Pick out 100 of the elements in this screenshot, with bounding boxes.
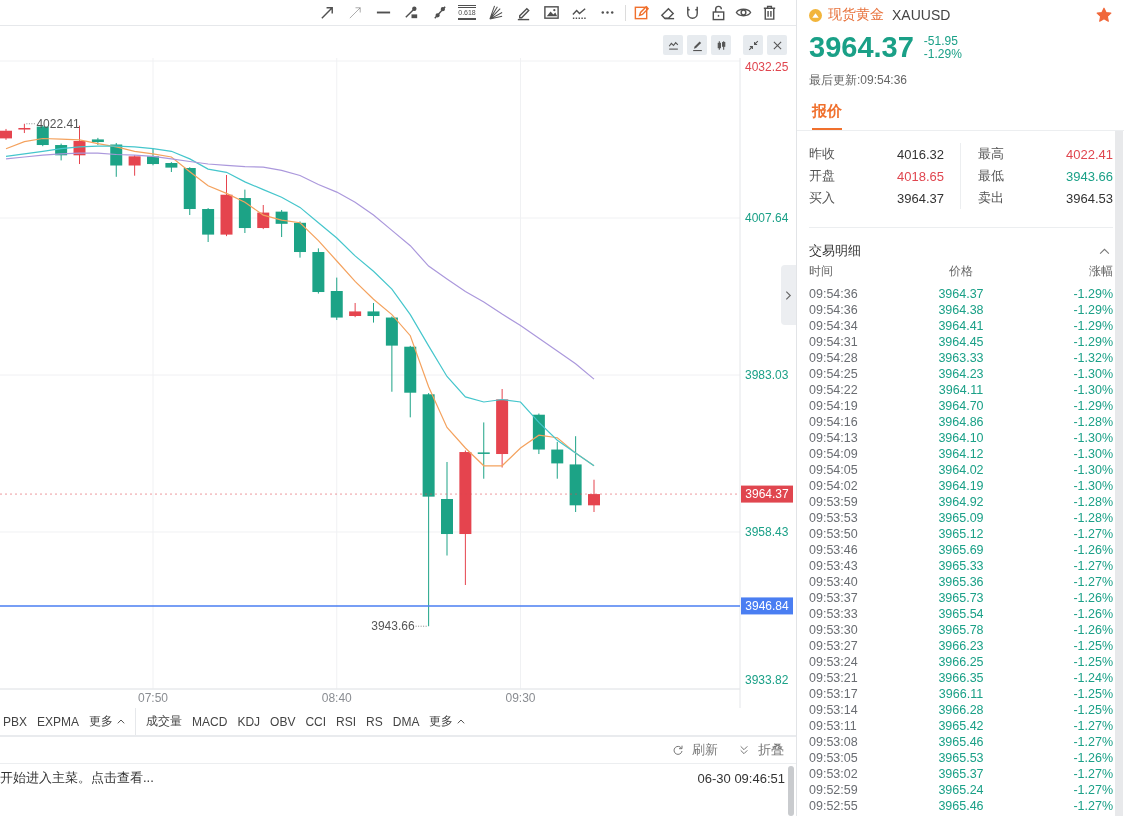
more-button[interactable]: 更多 <box>89 713 126 730</box>
table-cell-text: -1.28% <box>1072 495 1113 509</box>
candlestick <box>147 148 159 166</box>
axis-label: 4007.64 <box>745 211 789 225</box>
pencil-square-icon[interactable] <box>633 4 651 21</box>
chevron-up-icon[interactable] <box>1099 247 1110 255</box>
table-cell-text: -1.28% <box>1072 511 1113 525</box>
indicator-tab[interactable]: EXPMA <box>37 714 80 729</box>
table-cell-text: -1.25% <box>1072 703 1113 717</box>
news-headline[interactable]: 开始进入主菜。点击查看... <box>0 769 154 787</box>
table-cell-text: 3964.19 <box>937 479 985 493</box>
table-cell-text: 09:53:33 <box>809 607 859 621</box>
candlestick <box>367 302 380 324</box>
table-cell-text: 3965.33 <box>937 559 985 573</box>
candlestick <box>588 479 600 513</box>
table-cell-text: -1.27% <box>1072 799 1113 813</box>
candlestick <box>110 142 123 178</box>
candlestick <box>0 128 12 141</box>
table-cell-text: -1.29% <box>1072 335 1113 349</box>
table-cell-text: -1.28% <box>1072 415 1113 429</box>
indicator-tab[interactable]: 成交量 <box>146 713 183 730</box>
scrollbar-thumb[interactable] <box>788 766 794 816</box>
table-cell-text: 09:53:05 <box>809 751 859 765</box>
table-cell-text: 3964.92 <box>937 495 985 509</box>
table-cell-text: -1.25% <box>1072 655 1113 669</box>
collapse-button[interactable]: 折叠 <box>738 741 784 759</box>
column-header: 时间 <box>809 263 834 280</box>
table-cell-text: 09:53:17 <box>809 687 859 701</box>
table-cell-text: 09:53:40 <box>809 575 859 589</box>
close-button[interactable] <box>767 35 787 55</box>
table-cell-text: 3966.35 <box>937 671 985 685</box>
arrow-icon[interactable] <box>318 4 336 21</box>
last-price: 3964.37 <box>809 32 914 63</box>
axis-label: 3933.82 <box>745 673 789 687</box>
indicator-tab[interactable]: RS <box>366 714 383 729</box>
stat-value: 3964.37 <box>897 190 944 206</box>
stat-value: 4016.32 <box>897 146 944 162</box>
table-cell-text: 09:54:25 <box>809 367 859 381</box>
indicator-tab[interactable]: KDJ <box>237 714 261 729</box>
column-header: 价格 <box>948 263 974 280</box>
table-cell-text: -1.24% <box>1072 671 1113 685</box>
table-cell-text: 3965.36 <box>937 575 985 589</box>
chart-type-button[interactable] <box>711 35 731 55</box>
instrument-symbol: XAUUSD <box>892 7 951 23</box>
news-time: 06-30 09:46:51 <box>697 770 785 786</box>
table-cell-text: -1.27% <box>1072 719 1113 733</box>
shrink-button[interactable] <box>743 35 763 55</box>
table-cell-text: 09:54:13 <box>809 431 859 445</box>
table-cell-text: 3966.25 <box>937 655 985 669</box>
indicator-button[interactable] <box>663 35 683 55</box>
table-cell-text: 09:53:14 <box>809 703 859 717</box>
candlestick <box>312 247 325 295</box>
table-cell-text: -1.29% <box>1072 287 1113 301</box>
table-cell-text: 09:54:16 <box>809 415 859 429</box>
candlestick <box>238 189 251 234</box>
candlestick <box>257 204 270 230</box>
table-cell-text: 3964.10 <box>937 431 985 445</box>
update-time: 最后更新:09:54:36 <box>809 73 908 87</box>
price-tag: 3946.84 <box>741 597 793 615</box>
indicator-tab[interactable]: MACD <box>192 714 228 729</box>
annotation: 4022.41 <box>36 116 81 131</box>
table-cell-text: -1.29% <box>1072 303 1113 317</box>
table-cell-text: 3964.23 <box>937 367 985 381</box>
price-change: -51.95 <box>923 34 959 48</box>
table-cell-text: 09:53:08 <box>809 735 859 749</box>
table-cell-text: -1.27% <box>1072 735 1113 749</box>
shrink-icon <box>746 38 760 52</box>
stat-label: 昨收 <box>809 145 835 163</box>
table-cell-text: -1.26% <box>1072 623 1113 637</box>
table-cell-text: 3966.11 <box>937 687 985 701</box>
stat-value: 4022.41 <box>1066 146 1113 162</box>
panel-toggle[interactable] <box>781 265 796 325</box>
draw-button[interactable] <box>687 35 707 55</box>
annotation: 3943.66 <box>371 619 415 634</box>
indicator-tab[interactable]: CCI <box>305 714 327 729</box>
candlestick <box>477 421 490 480</box>
more-button[interactable]: 更多 <box>429 713 466 730</box>
section-title: 交易明细 <box>809 242 861 260</box>
star-icon[interactable] <box>1096 7 1112 23</box>
candlestick <box>220 174 233 237</box>
table-cell-text: 09:53:59 <box>809 495 859 509</box>
candlestick <box>330 277 343 321</box>
stat-value: 3964.53 <box>1066 190 1113 206</box>
candlestick <box>532 413 545 455</box>
table-cell-text: 3965.46 <box>937 799 985 813</box>
image-icon[interactable] <box>542 4 560 21</box>
table-cell-text: -1.29% <box>1072 399 1113 413</box>
indicator-tab[interactable]: PBX <box>3 714 27 729</box>
candlestick <box>294 220 306 259</box>
fan-lines-icon[interactable] <box>486 4 504 21</box>
refresh-button[interactable]: 刷新 <box>672 741 718 759</box>
table-cell-text: 09:53:02 <box>809 767 859 781</box>
candlestick <box>202 207 215 243</box>
table-cell-text: 3964.12 <box>937 447 985 461</box>
caret-up-icon <box>457 719 466 724</box>
indicator-tab[interactable]: OBV <box>270 714 296 729</box>
column-header: 涨幅 <box>1088 263 1113 280</box>
indicator-tab[interactable]: DMA <box>392 714 420 729</box>
indicator-tab[interactable]: RSI <box>336 714 357 729</box>
candlestick <box>128 154 141 177</box>
